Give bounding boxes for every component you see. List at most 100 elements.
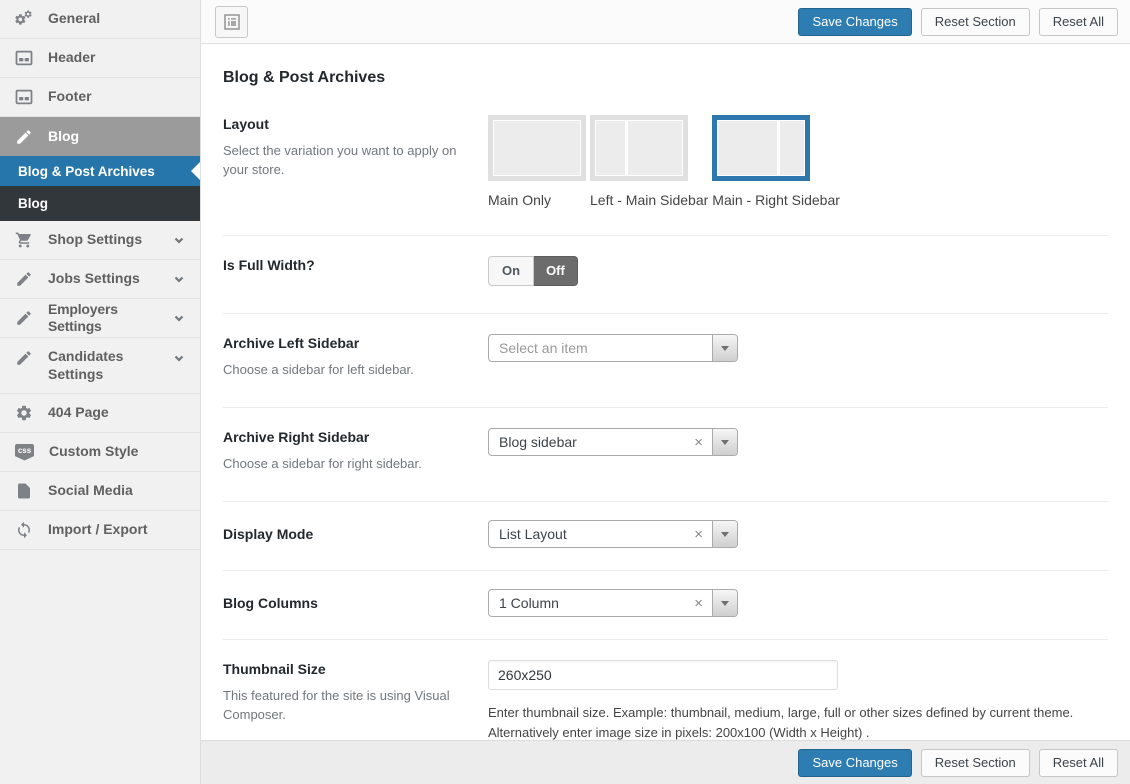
reset-all-button-bottom[interactable]: Reset All [1039,749,1118,777]
sidebar-item-label: General [48,10,100,28]
reset-section-button[interactable]: Reset Section [921,8,1030,36]
sidebar-item-label: Social Media [48,482,133,500]
thumbnail-size-input[interactable] [488,660,838,690]
pencil-icon [15,309,33,327]
sidebar-subitem-label: Blog [18,196,48,211]
dropdown-arrow-icon[interactable] [712,590,737,616]
sidebar-item-label: Shop Settings [48,231,142,249]
dropdown-arrow-icon[interactable] [712,335,737,361]
field-label: Display Mode [223,525,468,543]
layout-options: Main Only Left - Main Sidebar Main - Rig… [488,115,1108,208]
field-control: Enter thumbnail size. Example: thumbnail… [488,660,1108,740]
sidebar-item-blog[interactable]: Blog [0,117,200,156]
sync-icon [15,521,33,539]
sidebar-item-label: Jobs Settings [48,270,140,288]
archive-right-sidebar-select[interactable]: Blog sidebar × [488,428,738,456]
field-description: Choose a sidebar for right sidebar. [223,455,468,474]
gears-icon [15,10,33,28]
sidebar-item-general[interactable]: General [0,0,200,39]
field-meta: Thumbnail Size This featured for the sit… [223,660,488,740]
field-help-text: Enter thumbnail size. Example: thumbnail… [488,703,1108,740]
sidebar-item-label: 404 Page [48,404,109,422]
field-row-layout: Layout Select the variation you want to … [223,95,1108,236]
select-value: 1 Column [489,595,694,611]
field-control: Select an item [488,334,1108,380]
sidebar-item-jobs-settings[interactable]: Jobs Settings [0,260,200,299]
chevron-down-icon [172,272,186,286]
save-changes-button-bottom[interactable]: Save Changes [798,749,911,777]
field-label: Blog Columns [223,594,468,612]
field-meta: Layout Select the variation you want to … [223,115,488,208]
css-icon: css [15,444,34,461]
sidebar-item-header[interactable]: Header [0,39,200,78]
clear-icon[interactable]: × [694,435,703,450]
layout-option-main-right-sidebar[interactable]: Main - Right Sidebar [712,115,840,208]
sidebar-item-social-media[interactable]: Social Media [0,472,200,511]
display-mode-select[interactable]: List Layout × [488,520,738,548]
clear-icon[interactable]: × [694,527,703,542]
column-divider [777,120,780,176]
field-label: Layout [223,115,468,133]
chevron-down-icon [172,351,186,365]
layout-option-label: Left - Main Sidebar [590,192,708,208]
help-line: Alternatively enter image size in pixels… [488,723,1108,740]
layout-option-main-only[interactable]: Main Only [488,115,586,208]
page-title: Blog & Post Archives [223,69,1108,87]
sidebar-item-custom-style[interactable]: css Custom Style [0,433,200,472]
sidebar-item-shop-settings[interactable]: Shop Settings [0,221,200,260]
gear-icon [15,404,33,422]
field-row-blog-columns: Blog Columns 1 Column × [223,571,1108,640]
full-width-switch: On Off [488,256,578,286]
sidebar-subitem-blog-post-archives[interactable]: Blog & Post Archives [0,156,200,186]
layout-thumbnail-selected [712,115,810,181]
topbar: Save Changes Reset Section Reset All [201,0,1130,44]
sidebar-item-footer[interactable]: Footer [0,78,200,117]
topbar-actions: Save Changes Reset Section Reset All [798,8,1118,36]
sidebar-item-import-export[interactable]: Import / Export [0,511,200,550]
layout-option-label: Main Only [488,192,586,208]
layout-thumbnail [590,115,688,181]
dropdown-arrow-icon[interactable] [712,521,737,547]
clear-icon[interactable]: × [694,596,703,611]
field-row-thumbnail-size: Thumbnail Size This featured for the sit… [223,640,1108,740]
field-label: Thumbnail Size [223,660,468,678]
reset-section-button-bottom[interactable]: Reset Section [921,749,1030,777]
sidebar-subitem-blog[interactable]: Blog [0,186,200,221]
layout-thumbnail [488,115,586,181]
reset-all-button[interactable]: Reset All [1039,8,1118,36]
field-description: Select the variation you want to apply o… [223,142,468,180]
switch-on-button[interactable]: On [488,256,534,286]
field-meta: Is Full Width? [223,256,488,286]
sidebar-item-404-page[interactable]: 404 Page [0,394,200,433]
field-meta: Archive Right Sidebar Choose a sidebar f… [223,428,488,474]
help-line: Enter thumbnail size. Example: thumbnail… [488,703,1108,723]
archive-left-sidebar-select[interactable]: Select an item [488,334,738,362]
select-placeholder: Select an item [489,340,712,356]
column-divider [625,120,628,176]
field-row-full-width: Is Full Width? On Off [223,236,1108,314]
field-row-archive-left-sidebar: Archive Left Sidebar Choose a sidebar fo… [223,314,1108,408]
field-control: On Off [488,256,1108,286]
content-area: Save Changes Reset Section Reset All Blo… [201,0,1130,784]
field-meta: Blog Columns [223,589,488,617]
sidebar-item-candidates-settings[interactable]: Candidates Settings [0,338,200,394]
blog-columns-select[interactable]: 1 Column × [488,589,738,617]
footer-layout-icon [15,88,33,106]
theme-options-window: General Header Footer Blog Blog & Post A… [0,0,1130,784]
sidebar-item-label: Header [48,49,95,67]
switch-off-button[interactable]: Off [534,256,578,286]
field-description: Choose a sidebar for left sidebar. [223,361,468,380]
sidebar-item-label: Employers Settings [48,301,157,336]
layout-option-left-main-sidebar[interactable]: Left - Main Sidebar [590,115,708,208]
sidebar-item-label: Custom Style [49,443,138,461]
chevron-down-icon [172,311,186,325]
field-label: Is Full Width? [223,256,468,274]
select-value: List Layout [489,526,694,542]
sidebar-item-employers-settings[interactable]: Employers Settings [0,299,200,338]
dropdown-arrow-icon[interactable] [712,429,737,455]
field-control: Blog sidebar × [488,428,1108,474]
field-control: Main Only Left - Main Sidebar Main - Rig… [488,115,1108,208]
field-control: 1 Column × [488,589,1108,617]
layout-panel-toggle-button[interactable] [215,6,248,38]
save-changes-button[interactable]: Save Changes [798,8,911,36]
